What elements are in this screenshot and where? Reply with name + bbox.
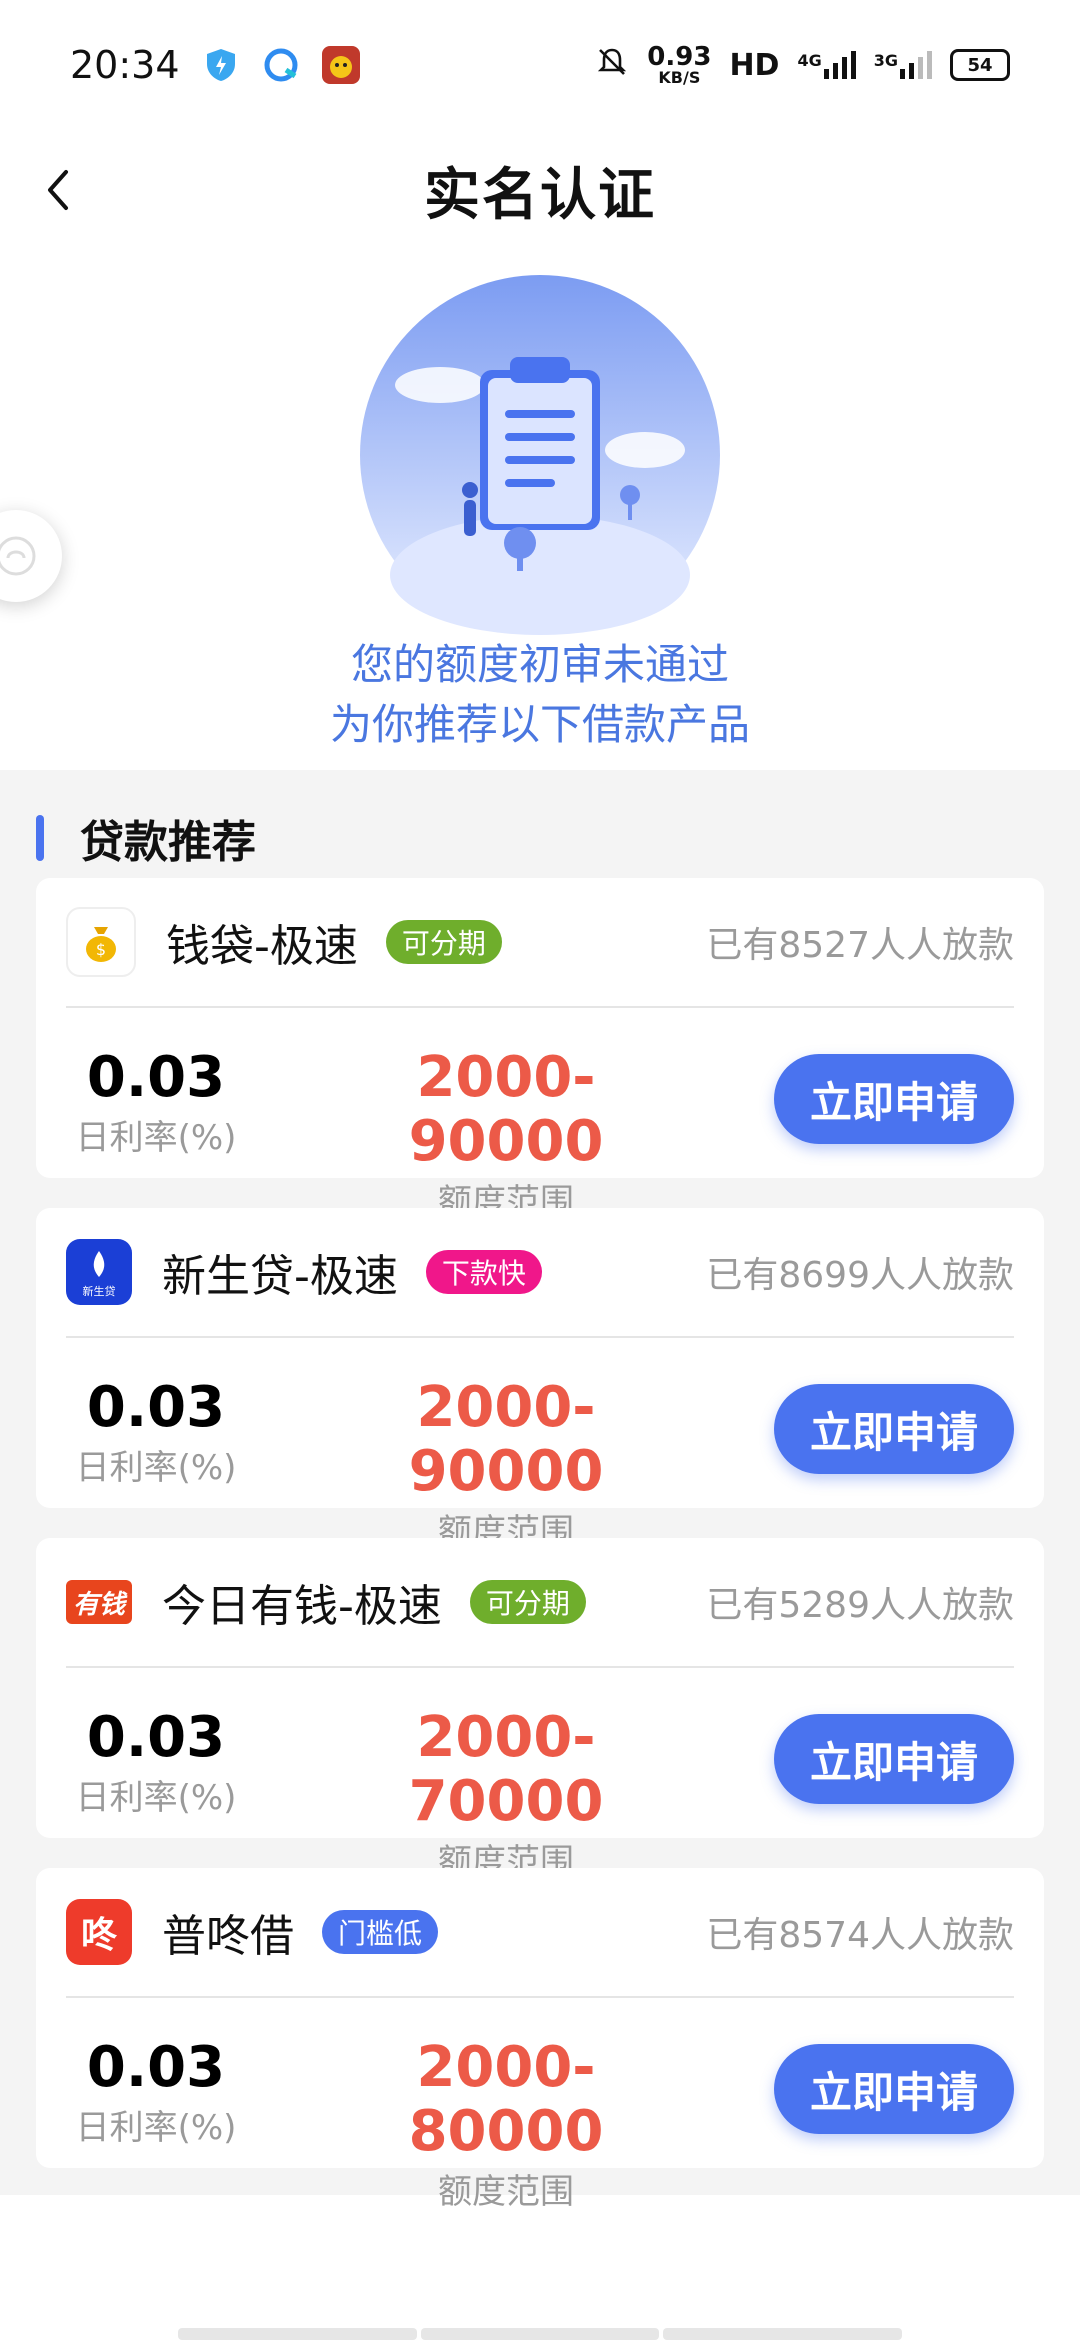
loan-card[interactable]: $ 钱袋-极速 可分期 已有8527人人放款 0.03 日利率(%) 2000-… xyxy=(36,878,1044,1222)
daily-rate-label: 日利率(%) xyxy=(75,1778,237,1818)
apply-now-button[interactable]: 立即申请 xyxy=(774,2044,1014,2134)
loan-card[interactable]: 有钱 今日有钱-极速 可分期 已有5289人人放款 0.03 日利率(%) 20… xyxy=(36,1538,1044,1882)
loan-card-header: 有钱 今日有钱-极速 可分期 已有5289人人放款 xyxy=(36,1538,1044,1666)
signal-3g-icon: 3G xyxy=(874,51,932,79)
clipboard-illustration-icon xyxy=(360,275,720,635)
status-bar: 20:34 0.93 KB/S HD 4G 3G 54 xyxy=(0,0,1080,130)
pudongjie-logo-icon: 咚 xyxy=(66,1899,132,1965)
loan-recommend-section: 贷款推荐 $ 钱袋-极速 可分期 已有8527人人放款 0.03 日利率(%) … xyxy=(0,770,1080,2212)
daily-rate-label: 日利率(%) xyxy=(75,2108,237,2148)
daily-rate-value: 0.03 xyxy=(86,2035,226,2100)
daily-rate: 0.03 日利率(%) xyxy=(66,2036,246,2150)
game-app-icon xyxy=(321,46,360,84)
battery-icon: 54 xyxy=(950,49,1010,81)
home-indicator-segment xyxy=(178,2328,417,2340)
daily-rate-label: 日利率(%) xyxy=(75,1118,237,1158)
credit-range: 2000-70000 额度范围 xyxy=(336,1706,676,1884)
borrowers-count: 已有8699人人放款 xyxy=(706,1255,1014,1296)
net-speed-value: 0.93 xyxy=(647,42,712,72)
product-name: 普咚借 xyxy=(162,1911,294,1962)
security-shield-icon xyxy=(202,46,240,84)
credit-range: 2000-90000 额度范围 xyxy=(336,1376,676,1554)
hero-line-2: 为你推荐以下借款产品 xyxy=(329,700,750,749)
hero-line-1: 您的额度初审未通过 xyxy=(350,640,729,689)
product-tag: 可分期 xyxy=(469,1580,586,1624)
loan-card-header: 咚 普咚借 门槛低 已有8574人人放款 xyxy=(36,1868,1044,1996)
daily-rate-value: 0.03 xyxy=(86,1045,226,1110)
divider xyxy=(66,1666,1014,1668)
credit-range-label: 额度范围 xyxy=(438,2172,574,2212)
net-speed-unit: KB/S xyxy=(658,68,701,87)
credit-range-value: 2000-70000 xyxy=(408,1705,604,1834)
apply-now-button[interactable]: 立即申请 xyxy=(774,1384,1014,1474)
hero-section: 您的额度初审未通过 为你推荐以下借款产品 xyxy=(0,250,1080,770)
daily-rate-value: 0.03 xyxy=(86,1705,226,1770)
loan-card[interactable]: 新生贷 新生贷-极速 下款快 已有8699人人放款 0.03 日利率(%) 20… xyxy=(36,1208,1044,1552)
loan-card[interactable]: 咚 普咚借 门槛低 已有8574人人放款 0.03 日利率(%) 2000-80… xyxy=(36,1868,1044,2212)
hd-label: HD xyxy=(729,47,780,83)
apply-now-button[interactable]: 立即申请 xyxy=(774,1054,1014,1144)
borrowers-count: 已有5289人人放款 xyxy=(706,1585,1014,1626)
status-left: 20:34 xyxy=(70,43,360,87)
logo-text: 咚 xyxy=(80,1915,117,1956)
signal-3g-label: 3G xyxy=(873,51,898,70)
borrowers-count: 已有8527人人放款 xyxy=(706,925,1014,966)
apply-now-button[interactable]: 立即申请 xyxy=(774,1714,1014,1804)
product-name: 新生贷-极速 xyxy=(162,1251,398,1302)
status-right: 0.93 KB/S HD 4G 3G 54 xyxy=(595,44,1010,86)
divider xyxy=(66,1996,1014,1998)
browser-icon xyxy=(262,46,300,84)
net-speed: 0.93 KB/S xyxy=(647,44,711,86)
page-title: 实名认证 xyxy=(424,162,656,228)
credit-range-value: 2000-90000 xyxy=(408,1375,604,1504)
home-indicator-segment xyxy=(420,2328,660,2340)
product-name: 钱袋-极速 xyxy=(166,921,358,972)
credit-range-value: 2000-90000 xyxy=(408,1045,604,1174)
daily-rate-value: 0.03 xyxy=(86,1375,226,1440)
credit-range: 2000-90000 额度范围 xyxy=(336,1046,676,1224)
home-indicator-segment xyxy=(663,2328,903,2340)
home-indicator xyxy=(178,2328,903,2340)
loan-card-header: 新生贷 新生贷-极速 下款快 已有8699人人放款 xyxy=(36,1208,1044,1336)
hero-message: 您的额度初审未通过 为你推荐以下借款产品 xyxy=(0,635,1080,755)
section-header: 贷款推荐 xyxy=(36,806,256,870)
nav-bar: 实名认证 xyxy=(0,130,1080,250)
daily-rate: 0.03 日利率(%) xyxy=(66,1046,246,1160)
chevron-left-icon xyxy=(48,170,68,210)
money-bag-logo-icon: $ xyxy=(66,907,136,977)
youqian-logo-icon: 有钱 xyxy=(66,1580,132,1624)
battery-level: 54 xyxy=(967,54,993,76)
product-name: 今日有钱-极速 xyxy=(162,1581,442,1632)
assistant-icon xyxy=(0,536,36,576)
section-title: 贷款推荐 xyxy=(80,817,256,868)
signal-4g-label: 4G xyxy=(797,51,822,70)
divider xyxy=(66,1006,1014,1008)
logo-text: $ xyxy=(96,940,106,959)
section-accent-bar xyxy=(36,815,44,861)
logo-text: 有钱 xyxy=(72,1589,125,1620)
divider xyxy=(66,1336,1014,1338)
daily-rate-label: 日利率(%) xyxy=(75,1448,237,1488)
loan-card-header: $ 钱袋-极速 可分期 已有8527人人放款 xyxy=(36,878,1044,1006)
back-button[interactable] xyxy=(28,160,88,220)
daily-rate: 0.03 日利率(%) xyxy=(66,1376,246,1490)
signal-4g-icon: 4G xyxy=(797,51,856,79)
bell-muted-icon xyxy=(595,45,629,86)
daily-rate: 0.03 日利率(%) xyxy=(66,1706,246,1820)
product-tag: 下款快 xyxy=(425,1250,542,1294)
xinshengdai-logo-icon: 新生贷 xyxy=(66,1239,132,1305)
status-time: 20:34 xyxy=(70,43,180,87)
credit-range: 2000-80000 额度范围 xyxy=(336,2036,676,2214)
logo-text: 新生贷 xyxy=(83,1284,116,1298)
product-tag: 可分期 xyxy=(385,920,502,964)
product-tag: 门槛低 xyxy=(322,1910,439,1954)
borrowers-count: 已有8574人人放款 xyxy=(706,1915,1014,1956)
credit-range-value: 2000-80000 xyxy=(408,2035,604,2164)
